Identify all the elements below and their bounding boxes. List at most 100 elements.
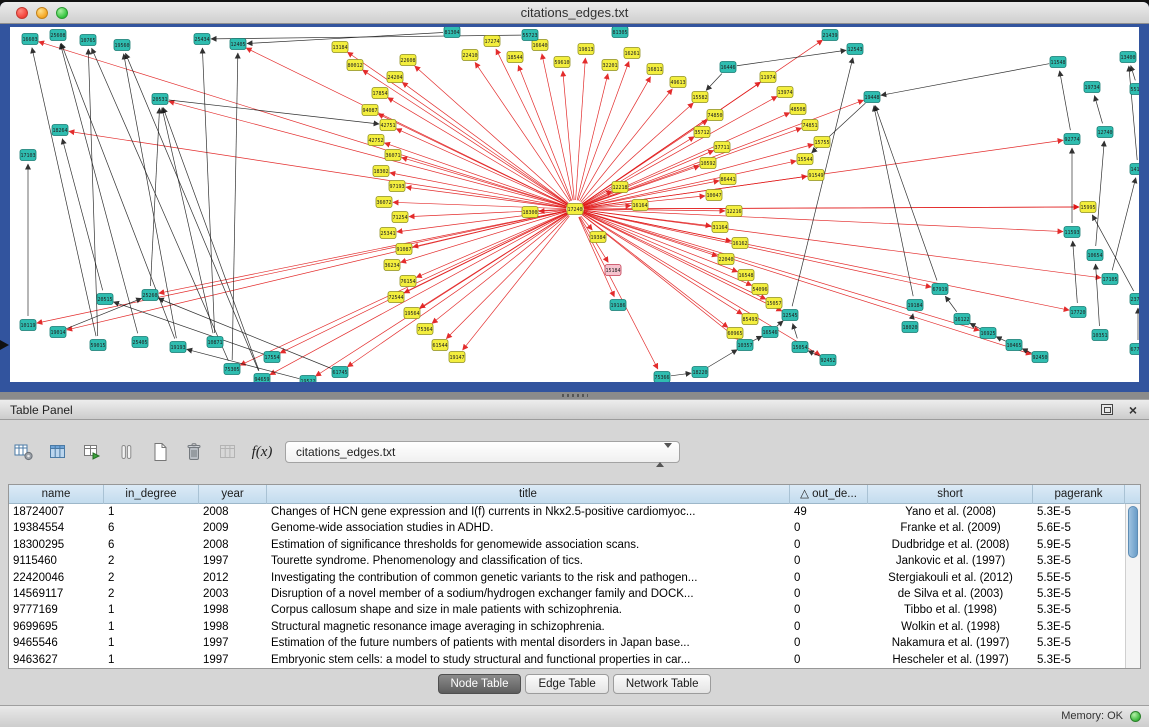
graph-node[interactable]: 12740 [1097, 127, 1113, 138]
graph-node[interactable]: 54096 [752, 284, 768, 295]
graph-node[interactable]: 31164 [712, 222, 728, 233]
graph-node[interactable]: 25260 [142, 290, 158, 301]
graph-node[interactable]: 10592 [700, 158, 716, 169]
close-panel-icon[interactable]: × [1129, 404, 1137, 416]
graph-node[interactable]: 19448 [864, 92, 880, 103]
graph-node[interactable]: 10351 [1092, 330, 1108, 341]
column-header-indegree[interactable]: in_degree [104, 485, 199, 504]
table-row[interactable]: 1830029562008Estimation of significance … [9, 537, 1125, 553]
graph-node[interactable]: 16546 [762, 327, 778, 338]
column-header-year[interactable]: year [199, 485, 267, 504]
graph-node[interactable]: 49613 [670, 77, 686, 88]
function-builder-icon[interactable]: f(x) [248, 439, 276, 465]
graph-node[interactable]: 86441 [720, 174, 736, 185]
table-row[interactable]: 1938455462009Genome-wide association stu… [9, 520, 1125, 536]
graph-node[interactable]: 23710 [1130, 294, 1139, 305]
graph-node[interactable]: 59015 [90, 340, 106, 351]
graph-node[interactable]: 14154 [1130, 164, 1139, 175]
graph-node[interactable]: 10654 [1087, 250, 1103, 261]
graph-node[interactable]: 16261 [624, 48, 640, 59]
table-row[interactable]: 2242004622012Investigating the contribut… [9, 570, 1125, 586]
graph-node[interactable]: 12405 [230, 39, 246, 50]
graph-node[interactable]: 12218 [612, 182, 628, 193]
graph-node[interactable]: 18544 [507, 52, 523, 63]
delete-icon[interactable] [180, 439, 208, 465]
graph-node[interactable]: 19193 [170, 342, 186, 353]
table-source-dropdown[interactable]: citations_edges.txt [285, 441, 680, 463]
graph-node[interactable]: 92774 [1064, 134, 1080, 145]
graph-node[interactable]: 81305 [612, 27, 628, 38]
graph-node[interactable]: 35712 [694, 127, 710, 138]
graph-node[interactable]: 17274 [484, 36, 500, 47]
graph-node[interactable]: 17240 [567, 204, 583, 215]
graph-node[interactable]: 12543 [847, 44, 863, 55]
graph-node[interactable]: 19014 [50, 327, 66, 338]
graph-node[interactable]: 17103 [20, 150, 36, 161]
tab-edge-table[interactable]: Edge Table [525, 674, 608, 694]
tab-node-table[interactable]: Node Table [438, 674, 522, 694]
graph-node[interactable]: 32201 [602, 60, 618, 71]
graph-node[interactable]: 24204 [387, 72, 403, 83]
graph-node[interactable]: 25405 [132, 337, 148, 348]
graph-node[interactable]: 16603 [22, 34, 38, 45]
graph-node[interactable]: 19147 [449, 352, 465, 363]
graph-node[interactable]: 67919 [932, 284, 948, 295]
graph-node[interactable]: 21439 [822, 30, 838, 41]
graph-node[interactable]: 15755 [814, 137, 830, 148]
window-titlebar[interactable]: citations_edges.txt [0, 2, 1149, 24]
table-options-icon[interactable] [10, 439, 38, 465]
column-header-short[interactable]: short [868, 485, 1033, 504]
scrollbar-thumb[interactable] [1128, 506, 1138, 558]
graph-node[interactable]: 20531 [152, 94, 168, 105]
row-height-icon[interactable] [112, 439, 140, 465]
graph-node[interactable]: 12545 [782, 310, 798, 321]
graph-node[interactable]: 92450 [1032, 352, 1048, 363]
graph-node[interactable]: 17720 [1070, 307, 1086, 318]
graph-node[interactable]: 16811 [647, 64, 663, 75]
table-row[interactable]: 977716911998Corpus callosum shape and si… [9, 602, 1125, 618]
tab-network-table[interactable]: Network Table [613, 674, 712, 694]
table-row[interactable]: 1456911722003Disruption of a novel membe… [9, 586, 1125, 602]
graph-node[interactable]: 75305 [224, 364, 240, 375]
graph-node[interactable]: 16548 [738, 270, 754, 281]
graph-node[interactable]: 19384 [590, 232, 606, 243]
graph-node[interactable]: 74850 [707, 110, 723, 121]
graph-node[interactable]: 16162 [732, 238, 748, 249]
graph-node[interactable]: 97193 [389, 181, 405, 192]
graph-node[interactable]: 80012 [347, 60, 363, 71]
graph-node[interactable]: 76154 [400, 276, 416, 287]
graph-node[interactable]: 61745 [332, 367, 348, 378]
graph-node[interactable]: 10047 [706, 190, 722, 201]
graph-node[interactable]: 15184 [605, 265, 621, 276]
graph-node[interactable]: 75366 [654, 372, 670, 383]
graph-node[interactable]: 36071 [385, 150, 401, 161]
network-canvas[interactable]: 1724022608242041785494087427514275236071… [10, 27, 1139, 382]
graph-node[interactable]: 42752 [368, 135, 384, 146]
graph-node[interactable]: 18220 [692, 367, 708, 378]
graph-node[interactable]: 25608 [50, 30, 66, 41]
graph-node[interactable]: 94659 [254, 374, 270, 383]
graph-node[interactable]: 16122 [954, 314, 970, 325]
graph-node[interactable]: 75364 [417, 324, 433, 335]
graph-node[interactable]: 13974 [777, 87, 793, 98]
graph-node[interactable]: 10119 [20, 320, 36, 331]
column-header-title[interactable]: title [267, 485, 790, 504]
graph-node[interactable]: 36234 [384, 260, 400, 271]
graph-node[interactable]: 72544 [388, 292, 404, 303]
graph-node[interactable]: 10357 [737, 340, 753, 351]
graph-node[interactable]: 18302 [373, 166, 389, 177]
graph-node[interactable]: 60965 [727, 328, 743, 339]
graph-node[interactable]: 11593 [1064, 227, 1080, 238]
graph-node[interactable]: 15544 [797, 154, 813, 165]
new-document-icon[interactable] [146, 439, 174, 465]
graph-node[interactable]: 19186 [610, 300, 626, 311]
graph-node[interactable]: 19184 [907, 300, 923, 311]
graph-node[interactable]: 11548 [1050, 57, 1066, 68]
show-columns-icon[interactable] [44, 439, 72, 465]
graph-node[interactable]: 55104 [1130, 84, 1139, 95]
graph-node[interactable]: 16164 [632, 200, 648, 211]
column-header-outde[interactable]: △ out_de... [790, 485, 868, 504]
table-row[interactable]: 969969511998Structural magnetic resonanc… [9, 619, 1125, 635]
graph-node[interactable]: 85493 [742, 314, 758, 325]
graph-node[interactable]: 17854 [372, 88, 388, 99]
